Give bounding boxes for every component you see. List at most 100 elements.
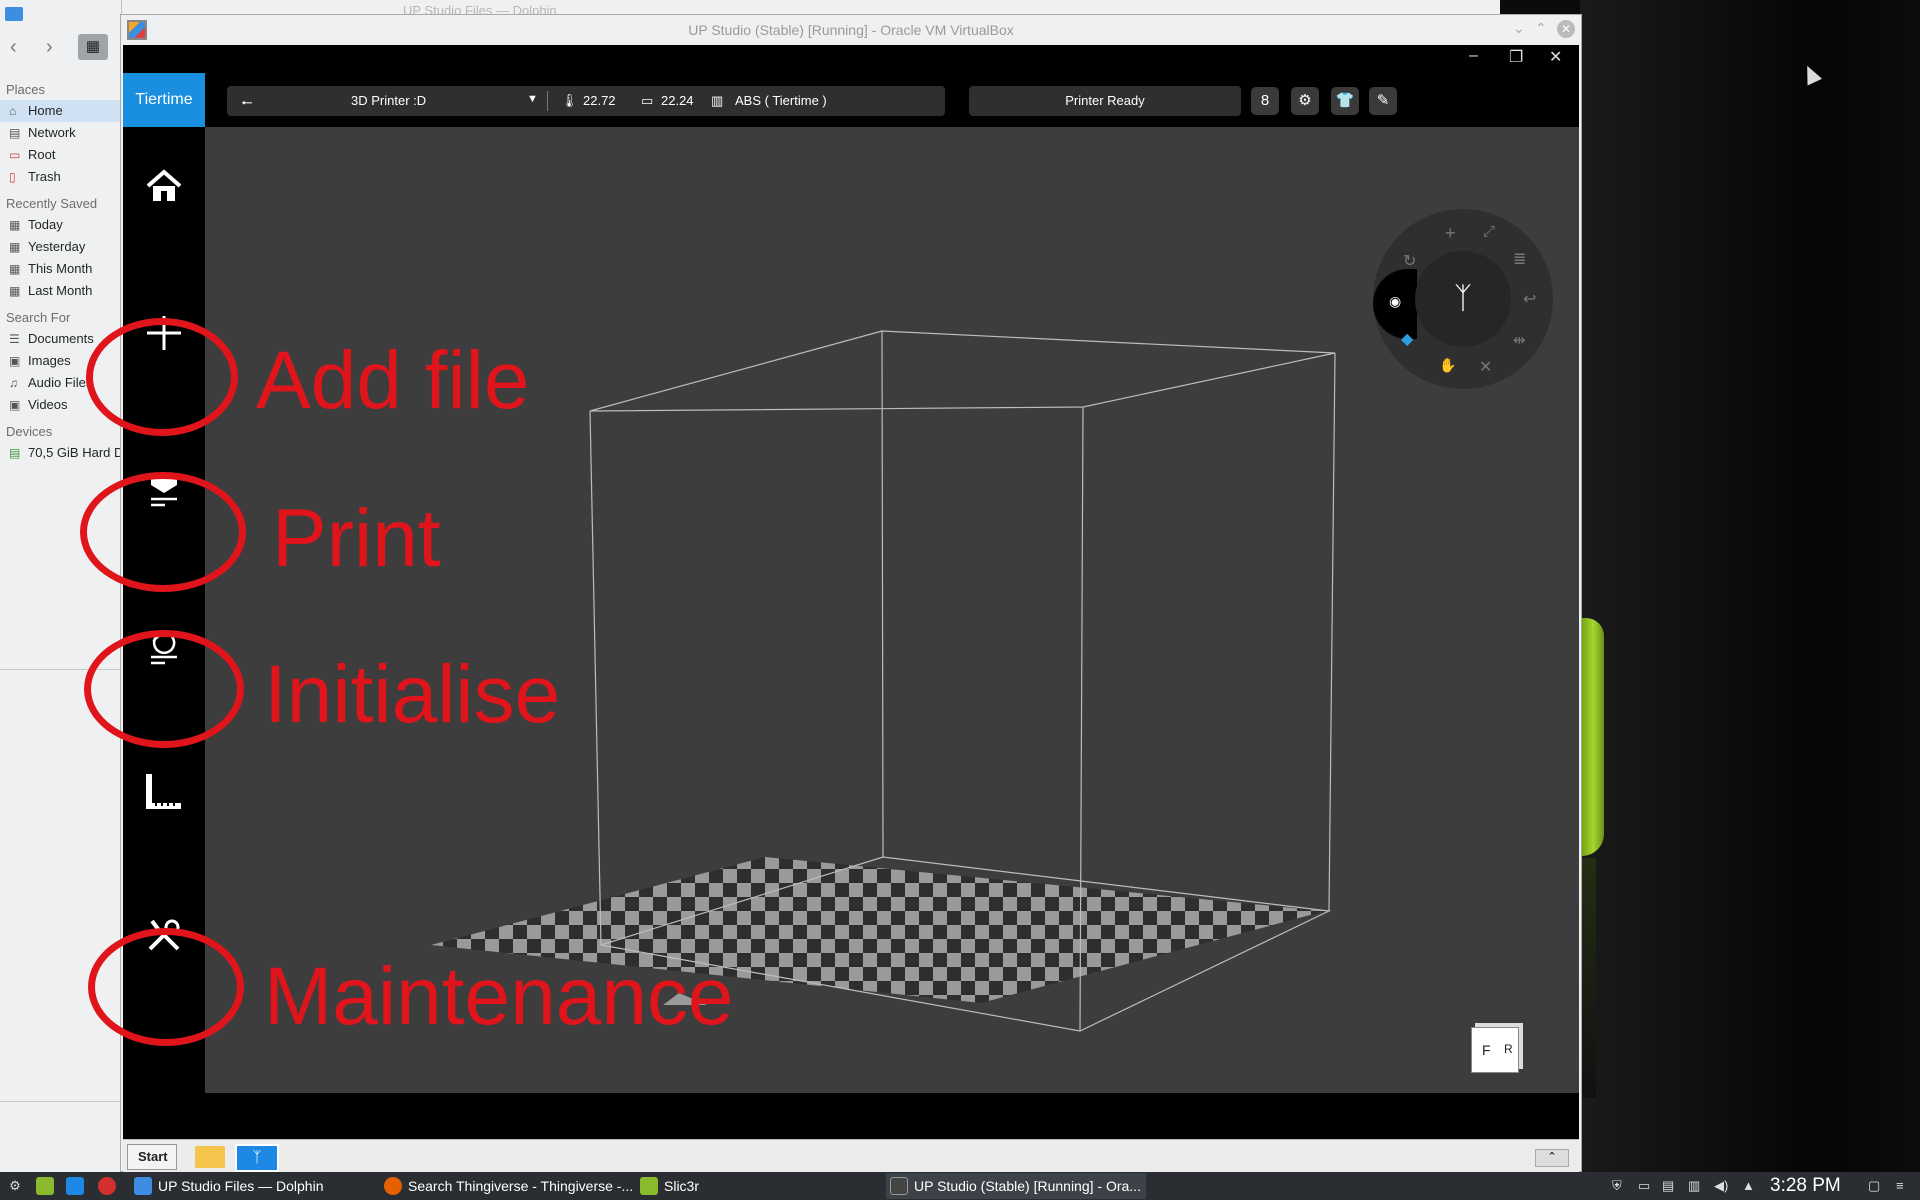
- clock[interactable]: 3:28 PM: [1770, 1175, 1841, 1197]
- display-icon[interactable]: ▭: [1638, 1178, 1650, 1194]
- virtualbox-titlebar[interactable]: UP Studio (Stable) [Running] - Oracle VM…: [121, 15, 1581, 45]
- place-trash[interactable]: ▯ Trash: [0, 166, 122, 188]
- annotation-print: Print: [272, 493, 441, 584]
- view-cube-right: R: [1504, 1042, 1513, 1056]
- shirt-icon[interactable]: 👕: [1331, 87, 1359, 115]
- trash-icon: ▯: [9, 170, 16, 184]
- places-header: Places: [6, 82, 46, 97]
- place-home[interactable]: ⌂ Home: [0, 100, 122, 122]
- video-icon: ▣: [9, 398, 21, 412]
- device-hard-drive[interactable]: ▤70,5 GiB Hard Drive: [0, 442, 122, 464]
- edit-icon[interactable]: ✎: [1369, 87, 1397, 115]
- annotation-circle-add-file: [86, 318, 238, 436]
- brand-logo: Tiertime: [123, 73, 205, 127]
- minimize-icon[interactable]: –: [1469, 47, 1478, 65]
- minimize-icon[interactable]: ⌄: [1513, 20, 1525, 37]
- close-icon[interactable]: ✕: [1557, 20, 1575, 38]
- recent-yesterday[interactable]: ▦ Yesterday: [0, 236, 122, 258]
- folder-icon[interactable]: [195, 1146, 225, 1168]
- forward-icon[interactable]: ›: [46, 36, 53, 59]
- root-folder-icon: ▭: [9, 148, 21, 162]
- shield-icon[interactable]: ⛨: [1612, 1178, 1622, 1194]
- top-toolbar: ⭪ 3D Printer :D ▼ 🌡 22.72 ▭ 22.24 ▥ ABS …: [205, 73, 1579, 127]
- restore-icon[interactable]: ❐: [1509, 47, 1523, 67]
- slic3r-icon: [640, 1177, 658, 1195]
- upstudio-taskbar-icon[interactable]: ᛉ: [235, 1144, 279, 1172]
- dolphin-icon: [134, 1177, 152, 1195]
- shrink-icon[interactable]: ✕: [1479, 357, 1492, 377]
- network-icon[interactable]: ▤: [1662, 1178, 1674, 1194]
- image-icon: ▣: [9, 354, 21, 368]
- music-icon: ♫: [9, 376, 18, 390]
- desktop-wallpaper-shape: [1580, 618, 1604, 856]
- calendar-icon: ▦: [9, 218, 21, 232]
- search-header: Search For: [6, 310, 71, 325]
- home-icon: [146, 169, 182, 201]
- task-slic3r[interactable]: Slic3r: [636, 1173, 876, 1199]
- place-network[interactable]: ▤ Network: [0, 122, 122, 144]
- hand-icon[interactable]: ✋: [1439, 357, 1456, 374]
- recent-header: Recently Saved: [6, 196, 98, 211]
- calendar-icon: ▦: [9, 284, 21, 298]
- view-cube[interactable]: F R: [1471, 1027, 1519, 1073]
- task-virtualbox[interactable]: UP Studio (Stable) [Running] - Ora...: [886, 1173, 1146, 1199]
- annotation-maintenance: Maintenance: [264, 951, 734, 1042]
- app-launcher-icon[interactable]: ⚙: [6, 1177, 24, 1195]
- nozzle-temperature: 22.72: [583, 93, 616, 108]
- view-mode-icon[interactable]: ▦: [78, 34, 108, 60]
- menu-icon[interactable]: ≡: [1896, 1178, 1904, 1193]
- account-icon[interactable]: 8: [1251, 87, 1279, 115]
- recent-this-month[interactable]: ▦ This Month: [0, 258, 122, 280]
- calendar-icon: ▦: [9, 262, 21, 276]
- firefox-icon: [384, 1177, 402, 1195]
- maximize-icon[interactable]: ⌃: [1535, 20, 1547, 37]
- slicer-logo-icon[interactable]: ᛉ: [1415, 251, 1511, 347]
- tray-expand-icon[interactable]: ⌃: [1535, 1149, 1569, 1167]
- ruler-icon: [146, 774, 181, 809]
- printer-selector[interactable]: ⭪ 3D Printer :D ▼ 🌡 22.72 ▭ 22.24 ▥ ABS …: [227, 86, 945, 116]
- document-icon: ☰: [9, 332, 20, 346]
- layers-icon[interactable]: ≣: [1513, 249, 1526, 269]
- clipboard-icon[interactable]: ▥: [1688, 1178, 1700, 1194]
- settings-gear-icon[interactable]: ⚙: [1291, 87, 1319, 115]
- rotate-icon[interactable]: ↻: [1403, 251, 1416, 271]
- network-icon: ▤: [9, 126, 21, 140]
- calendar-icon: ▦: [9, 240, 21, 254]
- annotation-circle-initialise: [84, 630, 244, 748]
- upstudio-launcher-icon[interactable]: [66, 1177, 84, 1195]
- slic3r-launcher-icon[interactable]: [36, 1177, 54, 1195]
- volume-icon[interactable]: ◀): [1714, 1178, 1728, 1194]
- virtualbox-title: UP Studio (Stable) [Running] - Oracle VM…: [688, 22, 1014, 38]
- hard-drive-icon: ▤: [9, 446, 21, 460]
- desktop-wallpaper-reflection: [1580, 858, 1596, 1098]
- start-button[interactable]: Start: [127, 1144, 177, 1170]
- 3d-viewport[interactable]: ᛉ + ⤢ ≣ ↩ ⇹ ✕ ✋ ◉ ◆ ↻ F R: [205, 127, 1579, 1093]
- pdf-launcher-icon[interactable]: [98, 1177, 116, 1195]
- calibrate-button[interactable]: [134, 767, 194, 827]
- task-dolphin[interactable]: UP Studio Files — Dolphin: [130, 1173, 370, 1199]
- undo-icon[interactable]: ↩: [1523, 289, 1536, 309]
- separator: [547, 91, 548, 111]
- add-icon[interactable]: +: [1445, 223, 1456, 244]
- annotation-initialise: Initialise: [264, 649, 561, 740]
- mirror-icon[interactable]: ⇹: [1513, 331, 1526, 349]
- recent-last-month[interactable]: ▦ Last Month: [0, 280, 122, 302]
- status-strip: [123, 1111, 1579, 1139]
- material-icon: ▥: [711, 93, 724, 108]
- cube-icon[interactable]: ◆: [1401, 329, 1413, 349]
- eye-icon[interactable]: ◉: [1389, 293, 1401, 310]
- recent-today[interactable]: ▦ Today: [0, 214, 122, 236]
- upstudio-titlebar: – ❐ ✕: [123, 45, 1579, 73]
- tray-arrow-icon[interactable]: ▲: [1742, 1178, 1755, 1193]
- virtualbox-task-icon: [890, 1177, 908, 1195]
- home-button[interactable]: [134, 161, 194, 221]
- back-icon[interactable]: ‹: [10, 36, 17, 59]
- notifications-icon[interactable]: ▢: [1868, 1178, 1880, 1194]
- close-icon[interactable]: ✕: [1549, 47, 1562, 67]
- scale-icon[interactable]: ⤢: [1483, 223, 1495, 240]
- build-volume-view: [431, 330, 1336, 1032]
- devices-header: Devices: [6, 424, 53, 439]
- dropdown-arrow-icon[interactable]: ▼: [527, 93, 538, 105]
- task-firefox[interactable]: Search Thingiverse - Thingiverse -...: [380, 1173, 634, 1199]
- place-root[interactable]: ▭ Root: [0, 144, 122, 166]
